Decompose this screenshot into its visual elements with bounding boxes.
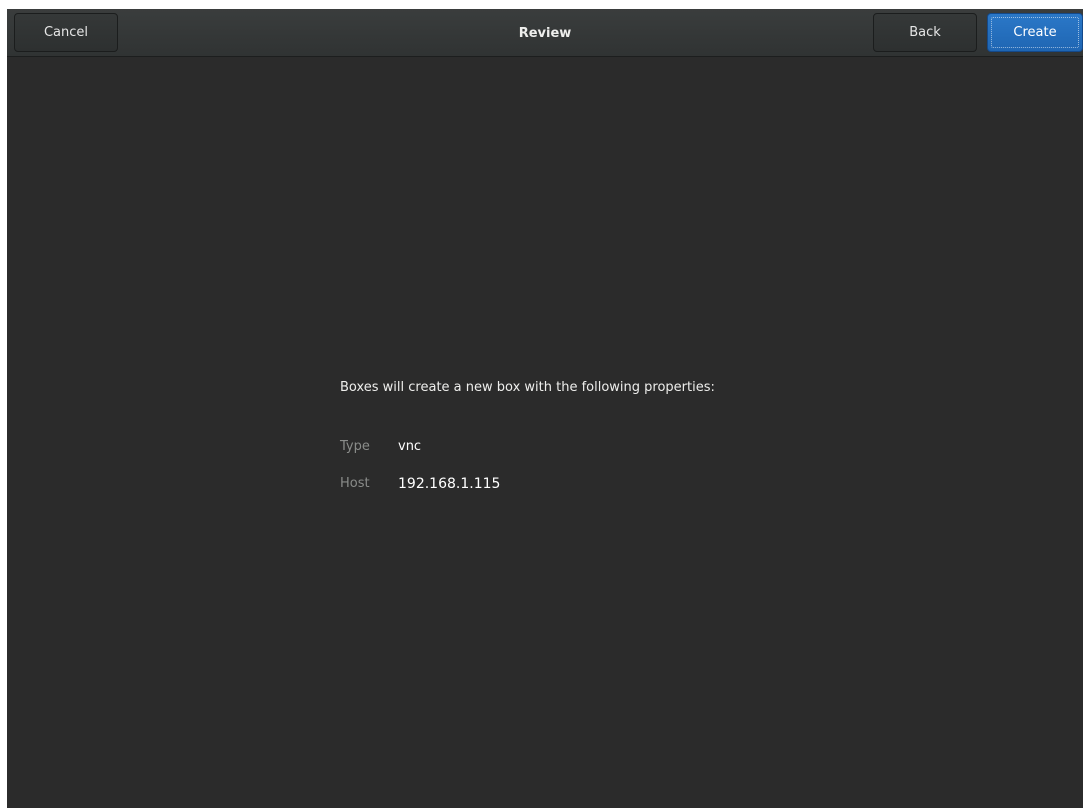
cancel-button[interactable]: Cancel bbox=[14, 13, 118, 52]
create-button-label: Create bbox=[1013, 25, 1057, 40]
boxes-window: Cancel Review Back Create Boxes will cre… bbox=[7, 9, 1083, 808]
create-button[interactable]: Create bbox=[987, 13, 1083, 52]
back-button[interactable]: Back bbox=[873, 13, 977, 52]
property-row-host: Host 192.168.1.115 bbox=[340, 476, 500, 492]
property-label-type: Type bbox=[340, 439, 370, 454]
property-label-host: Host bbox=[340, 476, 370, 491]
cancel-button-label: Cancel bbox=[43, 25, 89, 40]
header-bar: Cancel Review Back Create bbox=[7, 9, 1083, 57]
property-value-host: 192.168.1.115 bbox=[398, 476, 501, 492]
review-content: Boxes will create a new box with the fol… bbox=[7, 57, 1083, 808]
back-button-label: Back bbox=[909, 25, 941, 40]
review-intro-text: Boxes will create a new box with the fol… bbox=[340, 380, 715, 395]
property-row-type: Type vnc bbox=[340, 439, 421, 454]
property-value-type: vnc bbox=[398, 439, 422, 454]
